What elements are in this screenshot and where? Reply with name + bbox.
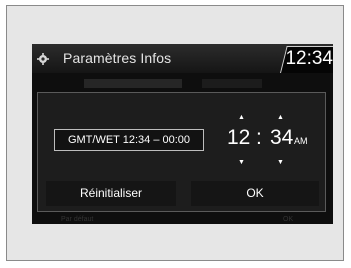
display-screen: Paramètres Infos 12:34 Par défaut OK GMT…: [32, 44, 333, 224]
background-tab-right: [202, 79, 262, 88]
minute-up-arrow-icon[interactable]: ▲: [277, 114, 284, 121]
minute-value[interactable]: 34: [270, 126, 293, 150]
time-separator: :: [256, 126, 262, 149]
time-zone-dialog: GMT/WET 12:34 – 00:00 ▲ ▲ 12 : 34 AM ▼ ▼…: [37, 92, 326, 212]
timezone-field[interactable]: GMT/WET 12:34 – 00:00: [54, 129, 204, 151]
ampm-indicator[interactable]: AM: [294, 136, 308, 146]
minute-down-arrow-icon[interactable]: ▼: [277, 159, 284, 166]
reset-button[interactable]: Réinitialiser: [46, 181, 176, 206]
hour-up-arrow-icon[interactable]: ▲: [238, 114, 245, 121]
manual-figure-frame: Paramètres Infos 12:34 Par défaut OK GMT…: [6, 5, 344, 261]
clock-display: 12:34: [285, 48, 333, 69]
hour-down-arrow-icon[interactable]: ▼: [238, 159, 245, 166]
page-title: Paramètres Infos: [63, 50, 172, 66]
background-ok-label: OK: [283, 216, 294, 223]
gear-icon: [37, 53, 49, 65]
ok-button[interactable]: OK: [191, 181, 319, 206]
title-bar: Paramètres Infos 12:34: [32, 44, 333, 73]
background-tabs: [32, 73, 333, 93]
background-default-label: Par défaut: [61, 216, 94, 223]
hour-value[interactable]: 12: [227, 126, 250, 150]
background-tab-left: [84, 79, 182, 88]
